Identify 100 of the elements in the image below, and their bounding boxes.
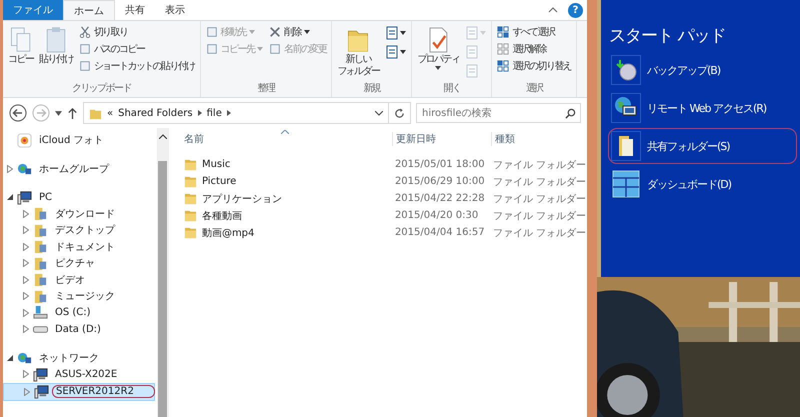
group-label: 新規 — [362, 82, 382, 95]
document-icon — [385, 26, 400, 40]
file-name-cell[interactable]: 各種動画 — [180, 208, 392, 222]
table-cell-text: ファイル フォルダー — [492, 158, 588, 172]
scrollbar[interactable] — [156, 128, 169, 417]
tree-item[interactable]: ミュージック — [3, 288, 157, 304]
tree-item[interactable]: iCloud フォト — [3, 132, 157, 148]
folder-icon — [184, 175, 197, 188]
caret-icon — [248, 30, 255, 34]
folder-icon — [184, 226, 197, 239]
folder-icon — [33, 222, 48, 238]
ribbon-button[interactable]: 貼り付け — [37, 24, 75, 81]
ribbon-button[interactable]: 新しい フォルダー — [335, 24, 382, 81]
start-pad-item[interactable]: ダッシュボード(D) — [609, 167, 796, 201]
file-name-cell[interactable]: Picture — [180, 175, 392, 188]
tree-item[interactable]: ネットワーク — [3, 350, 157, 366]
search-icon[interactable] — [565, 108, 576, 119]
folder-icon — [33, 272, 48, 288]
computer-icon — [33, 366, 48, 382]
tree-item[interactable]: ダウンロード — [3, 206, 157, 222]
caret-icon[interactable] — [55, 110, 62, 116]
ribbon-button[interactable]: 削除 — [267, 24, 328, 40]
tree-item[interactable]: PC — [3, 189, 157, 206]
collapse-icon[interactable] — [548, 7, 558, 13]
tree-item[interactable]: デスクトップ — [3, 222, 157, 238]
dashboard-icon — [611, 169, 641, 199]
ribbon-tab[interactable]: 共有 — [115, 0, 155, 20]
grid-icon — [497, 26, 510, 38]
caret-icon — [480, 31, 486, 35]
group-label: 開く — [442, 82, 462, 95]
back-icon[interactable] — [9, 104, 27, 122]
tree-item[interactable]: ビデオ — [3, 272, 157, 288]
table-cell-text: ファイル フォルダー — [492, 210, 588, 222]
start-pad-item[interactable]: 共有フォルダー(S) — [609, 129, 796, 163]
tree-item[interactable]: ASUS-X202E — [3, 366, 157, 382]
folder-icon — [184, 192, 197, 205]
start-pad-item[interactable]: バックアップ(B) — [609, 53, 796, 87]
ribbon-button[interactable]: パスのコピー — [76, 41, 197, 57]
ribbon-tab[interactable]: ホーム — [63, 0, 115, 20]
column-header[interactable]: 更新日時 — [392, 132, 492, 146]
tree-item[interactable]: OS (C:) — [3, 304, 157, 321]
tree-item[interactable]: ドキュメント — [3, 238, 157, 255]
ribbon-button[interactable]: コピー — [6, 24, 36, 81]
caret-icon — [257, 47, 264, 51]
ribbon-button[interactable]: 選択の切り替え — [495, 58, 574, 74]
clipboard-icon — [44, 26, 68, 54]
folder-icon — [33, 288, 48, 304]
ribbon-button[interactable]: プロパティ — [415, 24, 462, 81]
scroll-thumb[interactable] — [158, 161, 168, 417]
folder-icon — [611, 131, 641, 161]
chevron-icon[interactable] — [198, 110, 202, 116]
document-icon — [78, 60, 91, 72]
grid-icon — [497, 60, 510, 72]
tree-item[interactable]: ピクチャ — [3, 255, 157, 272]
help-button[interactable]: ? — [568, 2, 583, 18]
breadcrumb[interactable]: file — [206, 108, 222, 118]
group-label: 整理 — [256, 82, 276, 95]
scroll-up-icon[interactable] — [158, 134, 167, 139]
collapsed-icon — [24, 388, 30, 396]
homegroup-icon — [17, 161, 32, 176]
column-header[interactable]: 名前 — [180, 132, 393, 146]
column-header[interactable]: 種類 — [492, 132, 590, 146]
file-name-cell[interactable]: アプリケーション — [180, 192, 392, 206]
overflow-chevron[interactable]: « — [107, 108, 114, 118]
tree-item[interactable]: Data (D:) — [3, 321, 157, 338]
search-field[interactable]: hirosfileの検索 — [416, 103, 581, 123]
ribbon-button[interactable]: 切り取り — [76, 24, 197, 40]
table-cell-text: 2015/04/20 0:30 — [394, 210, 480, 221]
collapsed-icon — [23, 370, 29, 378]
ribbon-button[interactable]: ショートカットの貼り付け — [76, 58, 197, 74]
panel-title: スタート パッド — [609, 25, 726, 47]
folder-icon — [184, 209, 197, 222]
globe-icon — [611, 93, 641, 123]
file-name-cell[interactable]: Music — [180, 158, 392, 171]
breadcrumb[interactable]: Shared Folders — [118, 108, 193, 118]
file-name-cell[interactable]: 動画@mp4 — [180, 226, 392, 240]
computer-icon — [17, 190, 32, 205]
dropdown-icon[interactable] — [375, 110, 383, 116]
chevron-icon[interactable] — [226, 110, 231, 116]
tree-item[interactable]: SERVER2012R2 — [3, 382, 155, 401]
drive-icon — [33, 305, 48, 320]
photos-icon — [17, 132, 32, 148]
folder-icon — [33, 206, 48, 222]
network-icon — [17, 350, 32, 366]
group-label: 選択 — [524, 82, 544, 95]
ribbon-tab[interactable]: ファイル — [3, 0, 63, 20]
up-arrow-icon[interactable] — [67, 106, 78, 120]
scissors-icon — [78, 26, 91, 38]
ribbon-tab[interactable]: 表示 — [155, 0, 195, 20]
refresh-icon[interactable] — [394, 108, 405, 118]
ribbon-button[interactable]: すべて選択 — [495, 24, 574, 40]
address-bar[interactable]: « Shared Folders file — [83, 102, 411, 124]
ribbon-button[interactable]: 選択解除 — [495, 41, 574, 57]
caret-icon — [400, 31, 406, 35]
start-pad-item[interactable]: リモート Web アクセス(R) — [609, 91, 796, 125]
table-cell-text: ファイル フォルダー — [492, 226, 588, 240]
computer-icon — [34, 384, 49, 400]
table-cell-text: ファイル フォルダー — [492, 192, 588, 206]
tree-item[interactable]: ホームグループ — [3, 160, 157, 177]
expanded-icon — [7, 354, 13, 361]
